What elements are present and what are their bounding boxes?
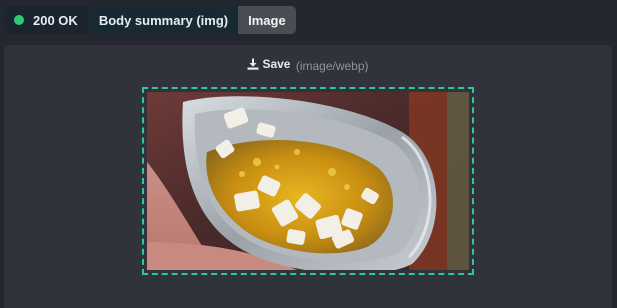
preview-image bbox=[147, 92, 469, 270]
preview-photo bbox=[147, 92, 469, 270]
status-label: 200 OK bbox=[33, 12, 78, 28]
image-frame bbox=[142, 87, 474, 275]
save-row: Save (image/webp) bbox=[4, 57, 612, 73]
mime-type: (image/webp) bbox=[295, 59, 369, 73]
response-viewer: 200 OK Body summary (img) Image Save (im… bbox=[0, 0, 617, 308]
save-label: Save bbox=[262, 57, 291, 71]
status-indicator bbox=[14, 15, 24, 25]
image-tab-label: Image bbox=[248, 12, 286, 28]
image-preview-panel: Save (image/webp) bbox=[4, 45, 612, 308]
save-button[interactable]: Save bbox=[247, 57, 290, 71]
body-summary-label: Body summary (img) bbox=[98, 12, 229, 28]
status-tab[interactable]: 200 OK bbox=[4, 6, 88, 34]
body-summary-tab[interactable]: Body summary (img) bbox=[87, 6, 239, 34]
download-icon bbox=[247, 58, 259, 70]
response-tabbar: 200 OK Body summary (img) Image bbox=[4, 6, 296, 34]
image-tab[interactable]: Image bbox=[238, 6, 296, 34]
